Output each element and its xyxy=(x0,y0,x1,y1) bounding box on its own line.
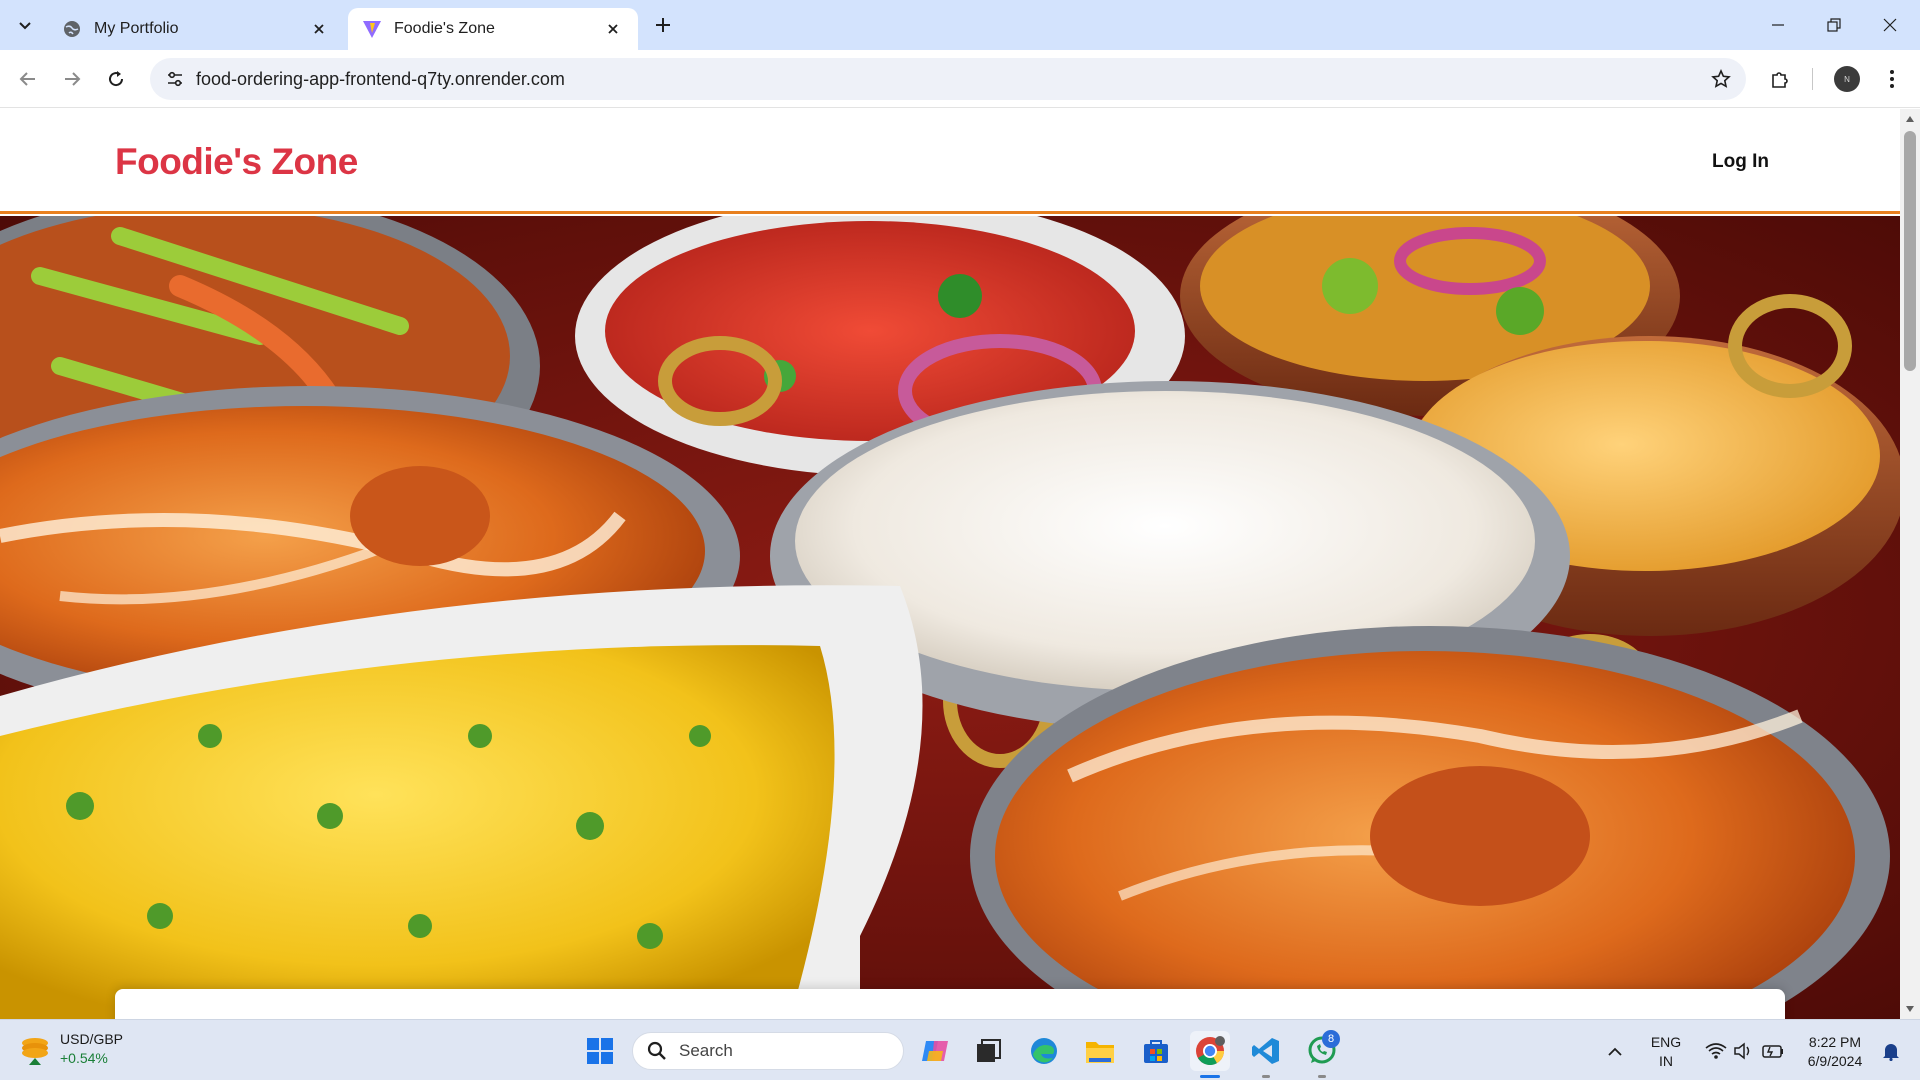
vscode-running-indicator xyxy=(1262,1075,1270,1078)
site-info-button[interactable] xyxy=(160,64,190,94)
site-header: Foodie's Zone Log In xyxy=(0,109,1900,214)
browser-toolbar: food-ordering-app-frontend-q7ty.onrender… xyxy=(0,50,1920,108)
chrome-icon xyxy=(1196,1036,1225,1065)
windows-taskbar: USD/GBP +0.54% Search 8 ENG IN 8:22 PM 6… xyxy=(0,1019,1920,1080)
url-text: food-ordering-app-frontend-q7ty.onrender… xyxy=(196,69,565,89)
show-hidden-icons-button[interactable] xyxy=(1600,1031,1630,1071)
bookmark-button[interactable] xyxy=(1706,64,1736,94)
tab-foodies-zone[interactable]: Foodie's Zone xyxy=(348,8,638,50)
toolbar-separator xyxy=(1812,68,1813,90)
reload-icon xyxy=(109,71,124,87)
vite-logo-icon xyxy=(362,19,382,39)
store-button[interactable] xyxy=(1136,1031,1176,1071)
currency-widget[interactable]: USD/GBP +0.54% xyxy=(20,1030,123,1068)
arrow-left-icon xyxy=(19,72,35,86)
forward-button[interactable] xyxy=(54,61,90,97)
clock-time: 8:22 PM xyxy=(1808,1034,1862,1050)
copilot-icon xyxy=(922,1041,948,1061)
tune-icon xyxy=(168,71,182,87)
search-icon xyxy=(647,1041,666,1060)
close-window-button[interactable] xyxy=(1862,0,1918,50)
minimize-icon xyxy=(1772,24,1784,26)
menu-button[interactable] xyxy=(1874,61,1910,97)
clock-date: 6/9/2024 xyxy=(1807,1053,1863,1069)
new-tab-button[interactable] xyxy=(648,10,678,40)
bell-icon xyxy=(1883,1044,1899,1061)
scroll-thumb[interactable] xyxy=(1904,131,1916,371)
extensions-button[interactable] xyxy=(1762,61,1798,97)
more-vertical-icon xyxy=(1890,70,1894,88)
taskbar-search[interactable]: Search xyxy=(632,1032,904,1070)
arrow-right-icon xyxy=(65,72,81,86)
start-button[interactable] xyxy=(580,1031,620,1071)
currency-change: +0.54% xyxy=(60,1050,108,1066)
tab-title: My Portfolio xyxy=(94,20,179,37)
browser-tab-strip: My Portfolio Foodie's Zone xyxy=(0,0,1920,50)
quick-settings-button[interactable] xyxy=(1700,1031,1790,1071)
currency-chart-icon xyxy=(22,1038,48,1065)
copilot-button[interactable] xyxy=(916,1031,956,1071)
clock[interactable]: 8:22 PM 6/9/2024 xyxy=(1796,1033,1874,1071)
volume-icon xyxy=(1734,1042,1750,1060)
page-viewport: Foodie's Zone Log In xyxy=(0,109,1900,1019)
site-logo[interactable]: Foodie's Zone xyxy=(115,141,358,183)
restore-button[interactable] xyxy=(1806,0,1862,50)
battery-icon xyxy=(1762,1045,1783,1058)
currency-pair: USD/GBP xyxy=(60,1031,124,1047)
reload-button[interactable] xyxy=(98,61,134,97)
address-bar[interactable]: food-ordering-app-frontend-q7ty.onrender… xyxy=(150,58,1746,100)
chevron-down-icon xyxy=(19,22,31,30)
star-icon xyxy=(1711,69,1731,88)
task-view-button[interactable] xyxy=(968,1031,1008,1071)
page-scrollbar[interactable] xyxy=(1900,109,1920,1019)
region-code: IN xyxy=(1659,1053,1673,1069)
wifi-icon xyxy=(1705,1043,1727,1059)
vscode-icon xyxy=(1252,1038,1279,1064)
plus-icon xyxy=(656,18,670,32)
folder-icon xyxy=(1086,1042,1114,1063)
login-button[interactable]: Log In xyxy=(1712,151,1769,173)
task-view-icon xyxy=(977,1039,1001,1062)
triangle-up-icon xyxy=(1906,116,1914,122)
restore-icon xyxy=(1827,18,1841,32)
hero-image xyxy=(0,216,1900,1019)
tab-my-portfolio[interactable]: My Portfolio xyxy=(48,8,344,50)
close-icon xyxy=(1883,18,1897,32)
search-card xyxy=(115,989,1785,1019)
search-label: Search xyxy=(679,1041,733,1060)
tab-title: Foodie's Zone xyxy=(394,20,495,37)
minimize-button[interactable] xyxy=(1750,0,1806,50)
close-icon[interactable] xyxy=(308,18,330,40)
windows-logo-icon xyxy=(587,1038,613,1064)
scroll-up-button[interactable] xyxy=(1900,111,1920,127)
profile-avatar[interactable]: N xyxy=(1834,66,1860,92)
tab-search-button[interactable] xyxy=(8,8,42,42)
chrome-active-indicator xyxy=(1200,1075,1220,1078)
indian-food-spread-illustration xyxy=(0,216,1900,1019)
language-code: ENG xyxy=(1650,1034,1682,1050)
vscode-button[interactable] xyxy=(1246,1031,1286,1071)
edge-button[interactable] xyxy=(1024,1031,1064,1071)
chrome-button[interactable] xyxy=(1190,1031,1230,1071)
chevron-up-icon xyxy=(1608,1047,1622,1056)
close-icon[interactable] xyxy=(602,18,624,40)
file-explorer-button[interactable] xyxy=(1080,1031,1120,1071)
triangle-down-icon xyxy=(1906,1006,1914,1012)
back-button[interactable] xyxy=(10,61,46,97)
whatsapp-badge: 8 xyxy=(1322,1030,1340,1048)
whatsapp-running-indicator xyxy=(1318,1075,1326,1078)
edge-icon xyxy=(1031,1038,1057,1064)
scroll-down-button[interactable] xyxy=(1900,1001,1920,1017)
language-indicator[interactable]: ENG IN xyxy=(1648,1033,1684,1071)
globe-icon xyxy=(62,19,82,39)
puzzle-icon xyxy=(1772,72,1788,88)
store-icon xyxy=(1144,1040,1168,1063)
notifications-button[interactable] xyxy=(1876,1031,1906,1071)
